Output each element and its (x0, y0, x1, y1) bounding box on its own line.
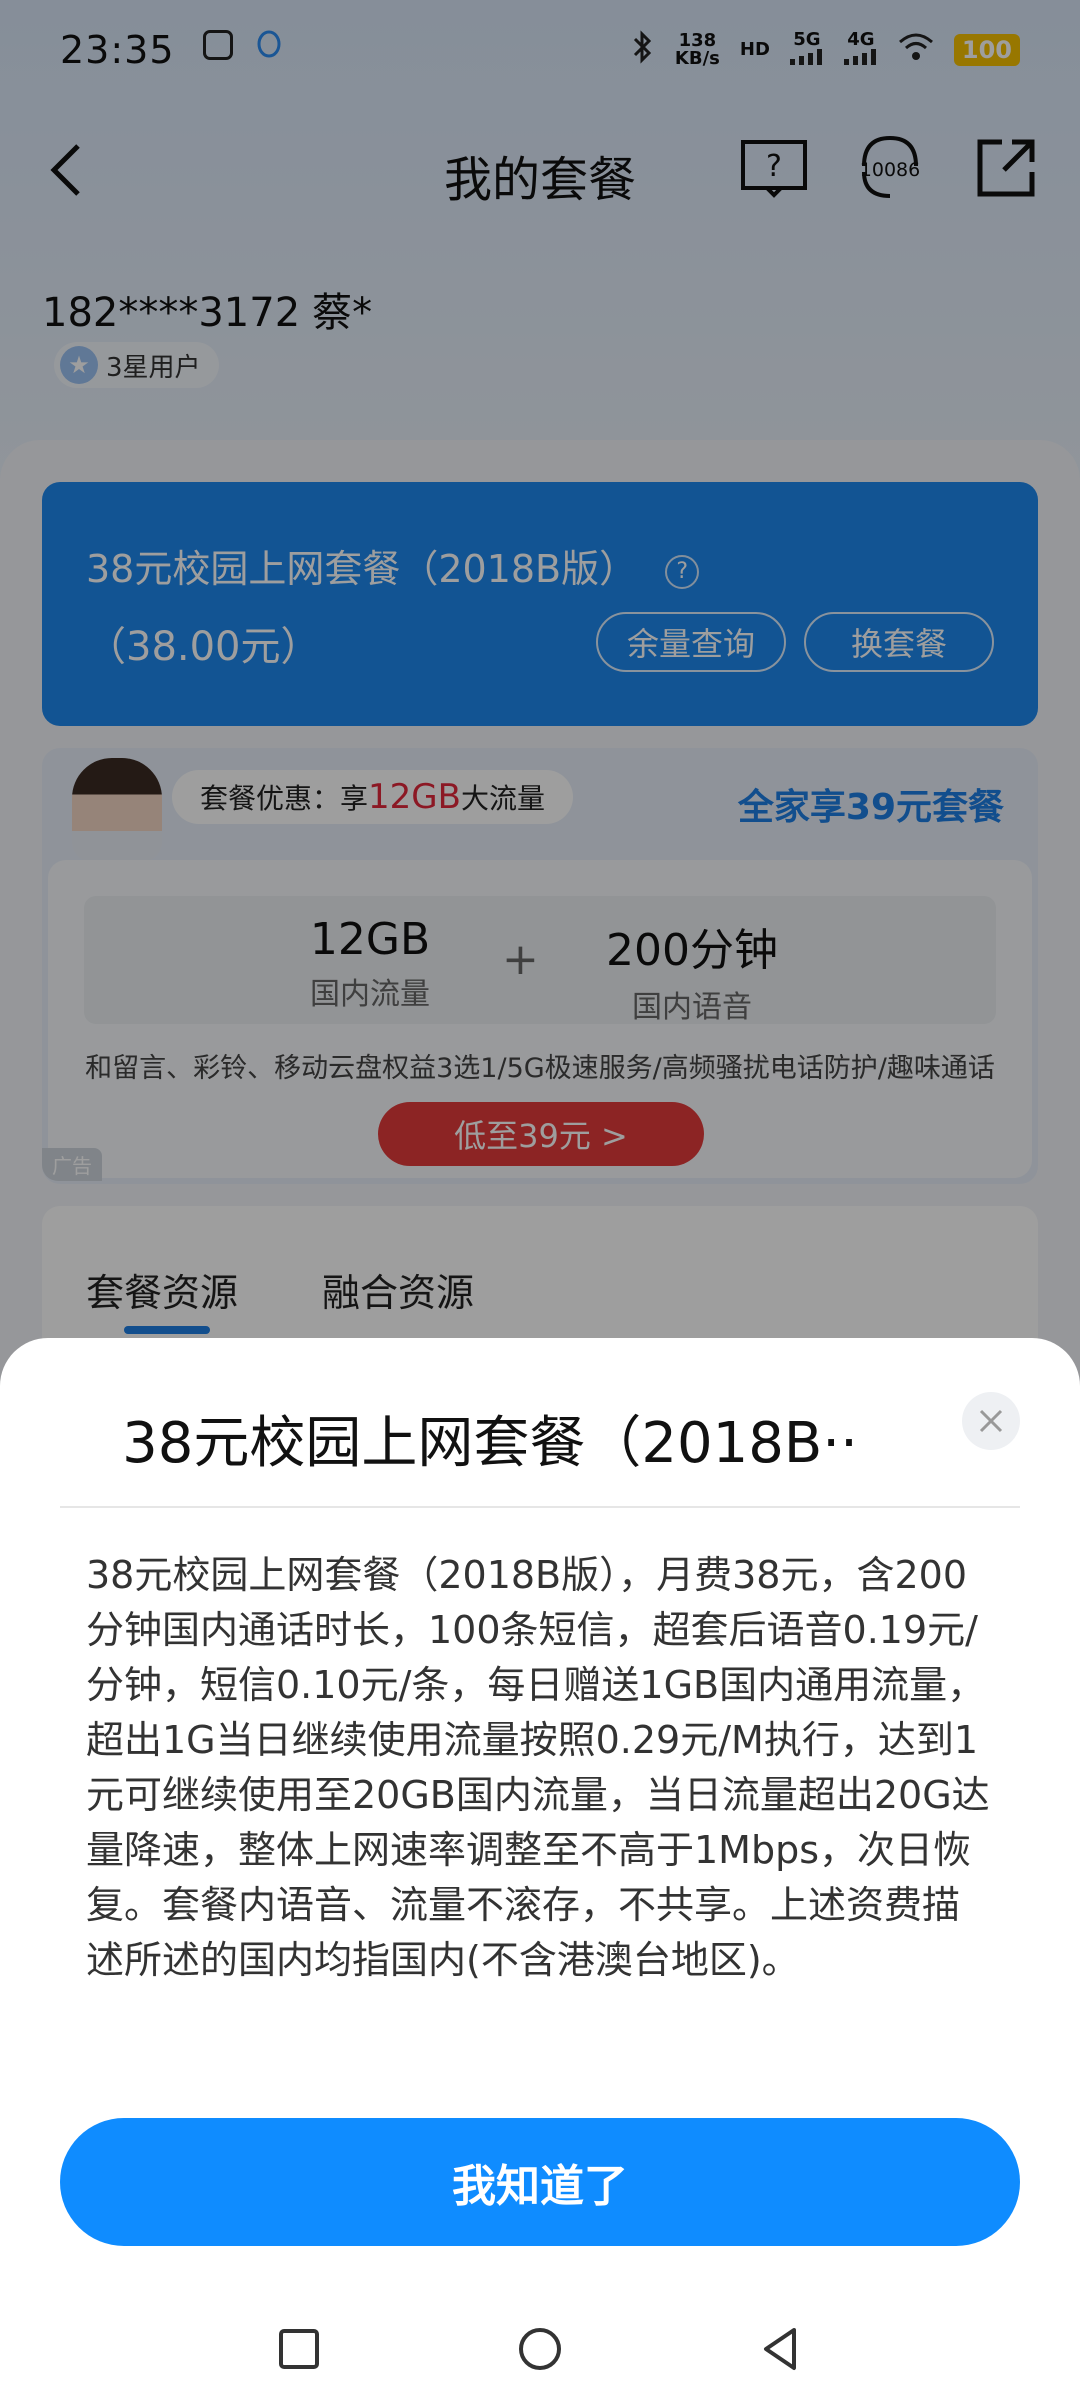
back-triangle-icon[interactable] (756, 2324, 806, 2374)
plan-detail-sheet: 38元校园上网套餐（2018B·· 38元校园上网套餐（2018B版），月费38… (0, 1338, 1080, 2404)
sheet-divider (60, 1506, 1020, 1508)
home-icon[interactable] (515, 2324, 565, 2374)
recent-apps-icon[interactable] (274, 2324, 324, 2374)
close-icon[interactable] (962, 1392, 1020, 1450)
plan-description: 38元校园上网套餐（2018B版），月费38元，含200分钟国内通话时长，100… (86, 1553, 990, 1982)
system-navigation-bar (0, 2298, 1080, 2404)
sheet-title: 38元校园上网套餐（2018B·· (122, 1411, 858, 1476)
got-it-button[interactable]: 我知道了 (60, 2118, 1020, 2246)
